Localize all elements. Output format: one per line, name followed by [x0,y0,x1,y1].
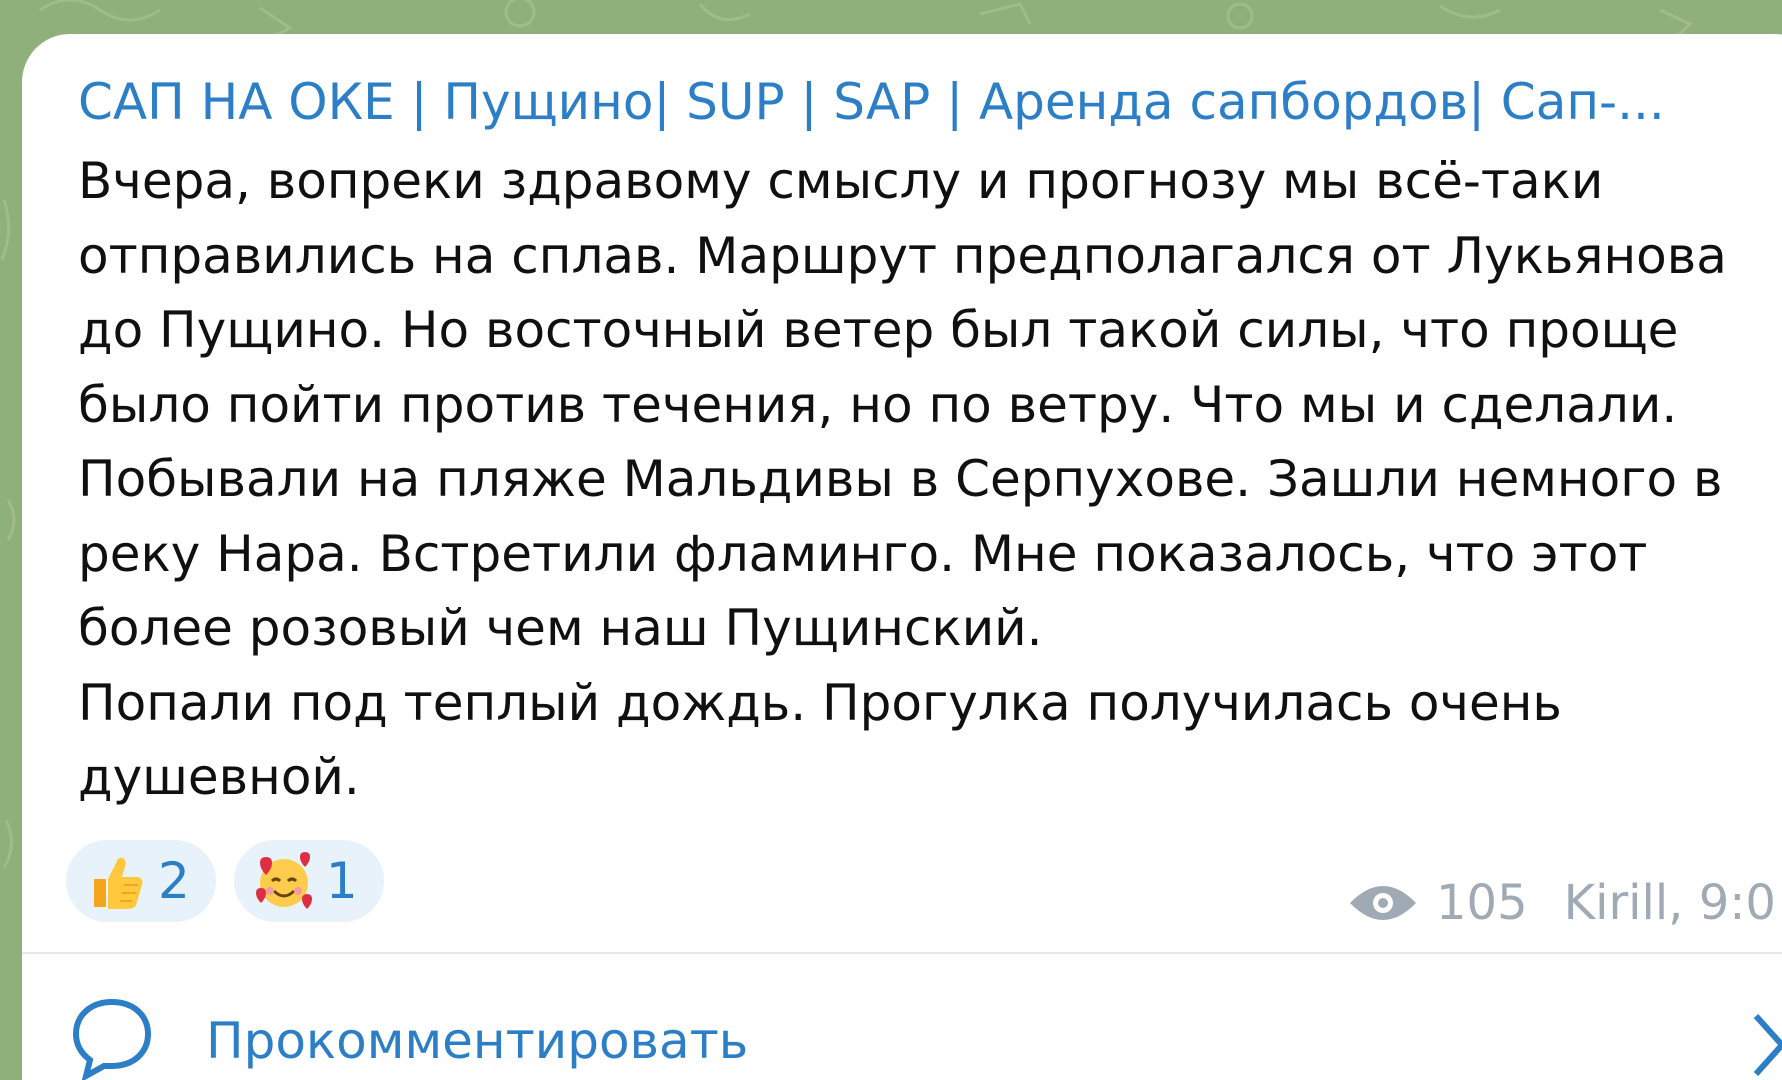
chevron-right-icon [1753,1013,1782,1077]
thumbs-up-icon [94,857,143,909]
message-meta: 105 Kirill, 9:0 [1348,875,1776,931]
reaction-thumbs-up-button[interactable]: 2 [66,840,216,922]
message-line: реку Нара. Встретили фламинго. Мне показ… [78,524,1648,583]
message-line: более розовый чем наш Пущинский. [78,599,1043,657]
message-text: Вчера, вопреки здравому смыслу и прогноз… [78,144,1778,815]
reaction-count: 1 [325,852,358,910]
comment-button[interactable]: Прокомментировать [22,954,1782,1080]
channel-name-link[interactable]: САП НА ОКЕ | Пущино| SUP | SAP | Аренда … [78,70,1778,134]
comment-label: Прокомментировать [206,1012,749,1070]
smiling-face-with-hearts-icon [255,852,312,909]
message-line: Попали под теплый дождь. Прогулка получи… [78,673,1562,732]
message-line: было пойти против течения, но по ветру. … [78,375,1678,434]
reactions-bar: 2 1 [66,840,384,922]
message-line: душевной. [78,748,360,806]
message-line: Вчера, вопреки здравому смыслу и прогноз… [78,152,1604,210]
reaction-count: 2 [158,852,190,910]
comment-bubble-icon [72,998,152,1080]
eye-icon [1350,886,1416,920]
reaction-smiling-hearts-button[interactable]: 1 [233,840,384,922]
message-line: отправились на сплав. Маршрут предполага… [78,226,1727,285]
message-line: Побывали на пляже Мальдивы в Серпухове. … [78,450,1723,508]
message-line: до Пущино. Но восточный ветер был такой … [78,301,1679,359]
author-time: Kirill, 9:0 [1563,875,1776,931]
view-count: 105 [1436,875,1528,931]
